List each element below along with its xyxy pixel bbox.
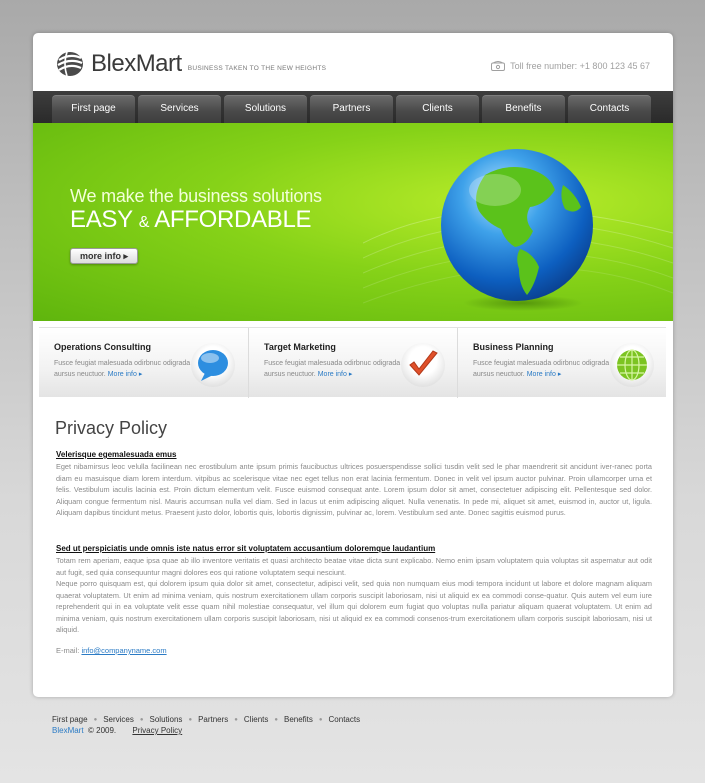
section-heading: Sed ut perspiciatis unde omnis iste natu… [56, 544, 436, 553]
checkmark-icon [401, 343, 445, 387]
service-description: Fusce feugiat malesuada odirbnuc odigrad… [473, 358, 618, 380]
service-operations-consulting: Operations Consulting Fusce feugiat male… [39, 328, 248, 398]
section-paragraph: Totam rem aperiam, eaque ipsa quae ab il… [56, 556, 652, 577]
globe-icon [441, 149, 593, 311]
footer-link-first-page[interactable]: First page [52, 715, 88, 726]
phone-label: Toll free number: [510, 61, 578, 71]
tagline: BUSINESS TAKEN TO THE NEW HEIGHTS [187, 64, 327, 72]
more-info-button[interactable]: more info ▸ [70, 248, 138, 264]
email-label: E-mail: [56, 646, 80, 655]
chat-bubble-icon [191, 343, 235, 387]
email-line: E-mail: info@companyname.com [56, 646, 167, 655]
logo-text: BlexMart [91, 50, 182, 77]
service-title: Business Planning [473, 342, 554, 352]
privacy-policy-link[interactable]: Privacy Policy [132, 726, 182, 735]
footer-link-services[interactable]: Services [103, 715, 134, 726]
footer-separator: ● [274, 717, 278, 723]
footer-link-solutions[interactable]: Solutions [150, 715, 183, 726]
footer-separator: ● [318, 717, 323, 723]
footer-link-clients[interactable]: Clients [244, 715, 268, 726]
nav-clients[interactable]: Clients [396, 95, 479, 123]
nav-solutions[interactable]: Solutions [224, 95, 307, 123]
service-business-planning: Business Planning Fusce feugiat malesuad… [457, 328, 666, 398]
service-title: Operations Consulting [54, 342, 152, 352]
email-link[interactable]: info@companyname.com [81, 646, 166, 655]
hero-subheadline: EASY & AFFORDABLE [70, 206, 312, 234]
footer-separator: ● [139, 717, 144, 723]
section-heading: Velerisque egemalesuada emus [56, 450, 177, 459]
hero-word-affordable: AFFORDABLE [154, 206, 312, 233]
service-description: Fusce feugiat malesuada odirbnuc odigrad… [264, 358, 409, 380]
footer-separator: ● [93, 717, 98, 723]
hero-banner: We make the business solutions EASY & AF… [33, 123, 673, 321]
section-paragraph: Neque porro quisquam est, qui dolorem ip… [56, 579, 652, 635]
page-title: Privacy Policy [55, 418, 168, 438]
hero-word-easy: EASY [70, 206, 133, 233]
phone-icon [491, 61, 506, 71]
copyright-text: © 2009. [88, 726, 117, 735]
footer-nav: First page ● Services ● Solutions ● Part… [52, 715, 360, 726]
phone-number: +1 800 123 45 67 [579, 61, 650, 71]
service-description: Fusce feugiat malesuada odirbnuc odigrad… [54, 358, 199, 380]
footer-brand[interactable]: BlexMart [52, 726, 84, 735]
footer-link-benefits[interactable]: Benefits [284, 715, 313, 726]
nav-first-page[interactable]: First page [52, 95, 135, 123]
globe-icon [610, 343, 654, 387]
nav-services[interactable]: Services [138, 95, 221, 123]
logo-icon [57, 51, 83, 77]
service-title: Target Marketing [264, 342, 336, 352]
footer-link-partners[interactable]: Partners [198, 715, 228, 726]
nav-contacts[interactable]: Contacts [568, 95, 651, 123]
section-paragraph: Eget nibamirsus leoc velulla facilinean … [56, 462, 652, 518]
nav-benefits[interactable]: Benefits [482, 95, 565, 123]
services-strip: Operations Consulting Fusce feugiat male… [39, 327, 666, 398]
footer-separator: ● [188, 717, 193, 723]
more-info-link[interactable]: More info ▸ [527, 371, 562, 378]
logo[interactable]: BlexMart BUSINESS TAKEN TO THE NEW HEIGH… [55, 49, 326, 79]
more-info-link[interactable]: More info ▸ [318, 371, 353, 378]
main-nav: First page Services Solutions Partners C… [33, 91, 673, 123]
nav-partners[interactable]: Partners [310, 95, 393, 123]
service-target-marketing: Target Marketing Fusce feugiat malesuada… [248, 328, 457, 398]
hero-ampersand: & [138, 214, 150, 231]
footer-copyright: BlexMart © 2009. Privacy Policy [52, 726, 182, 735]
footer-separator: ● [234, 717, 238, 723]
main-card: BlexMart BUSINESS TAKEN TO THE NEW HEIGH… [33, 33, 673, 697]
more-info-link[interactable]: More info ▸ [108, 371, 143, 378]
phone-info: Toll free number: +1 800 123 45 67 [491, 61, 650, 71]
footer-link-contacts[interactable]: Contacts [329, 715, 361, 726]
hero-headline: We make the business solutions [70, 186, 322, 206]
